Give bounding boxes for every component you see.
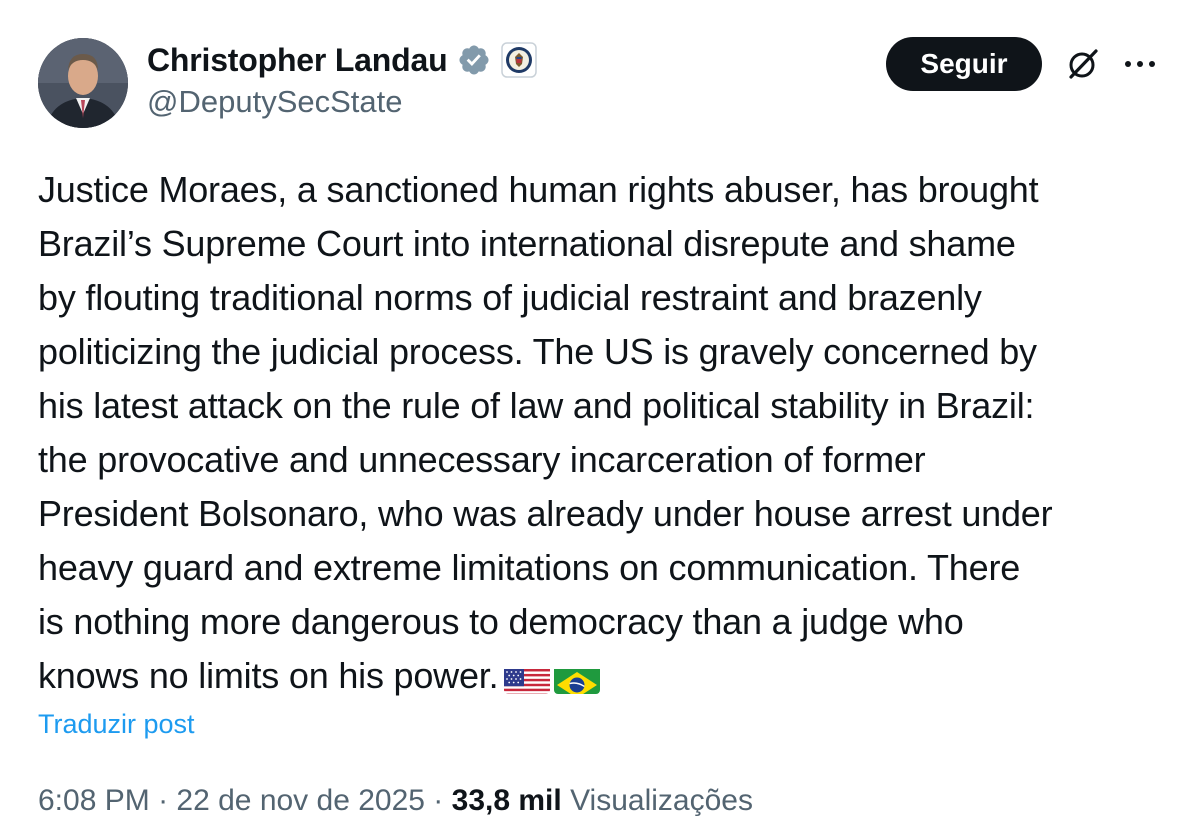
tweet-text: Justice Moraes, a sanctioned human right… — [38, 163, 1168, 703]
us-flag-icon — [504, 662, 551, 694]
follow-button[interactable]: Seguir — [886, 37, 1042, 91]
tweet-text-line: heavy guard and extreme limitations on c… — [38, 547, 1021, 588]
meta-separator: · — [424, 784, 452, 817]
state-department-seal-icon — [501, 42, 538, 78]
meta-separator: · — [149, 784, 177, 817]
tweet-text-last-line: knows no limits on his power. — [38, 649, 1168, 703]
tweet-card: Christopher Landau @DeputySecState Segui… — [0, 0, 1200, 840]
brazil-flag-icon — [554, 662, 601, 694]
author-display-name[interactable]: Christopher Landau — [147, 42, 448, 79]
avatar[interactable] — [38, 38, 128, 128]
tweet-text-line: Justice Moraes, a sanctioned human right… — [38, 169, 1039, 210]
tweet-text-line: politicizing the judicial process. The U… — [38, 331, 1037, 372]
tweet-text-line: President Bolsonaro, who was already und… — [38, 493, 1053, 534]
tweet-text-line: Brazil’s Supreme Court into internationa… — [38, 223, 1016, 264]
grok-icon[interactable] — [1063, 44, 1103, 84]
translate-post-link[interactable]: Traduzir post — [38, 709, 195, 740]
views-label: Visualizações — [570, 784, 753, 817]
tweet-time[interactable]: 6:08 PM — [38, 784, 150, 817]
tweet-text-line: by flouting traditional norms of judicia… — [38, 277, 982, 318]
tweet-text-line: the provocative and unnecessary incarcer… — [38, 439, 926, 480]
views-count[interactable]: 33,8 mil — [452, 784, 562, 817]
flag-emojis — [504, 662, 601, 694]
tweet-date[interactable]: 22 de nov de 2025 — [176, 784, 425, 817]
tweet-text-line: knows no limits on his power. — [38, 655, 499, 696]
author-name-row: Christopher Landau — [147, 40, 538, 80]
author-handle[interactable]: @DeputySecState — [147, 84, 403, 120]
tweet-text-line: his latest attack on the rule of law and… — [38, 385, 1035, 426]
tweet-metadata: 6:08 PM · 22 de nov de 2025 · 33,8 mil V… — [38, 784, 753, 818]
verified-badge-icon[interactable] — [457, 43, 491, 77]
tweet-text-line: is nothing more dangerous to democracy t… — [38, 601, 964, 642]
more-options-icon[interactable] — [1118, 46, 1162, 82]
